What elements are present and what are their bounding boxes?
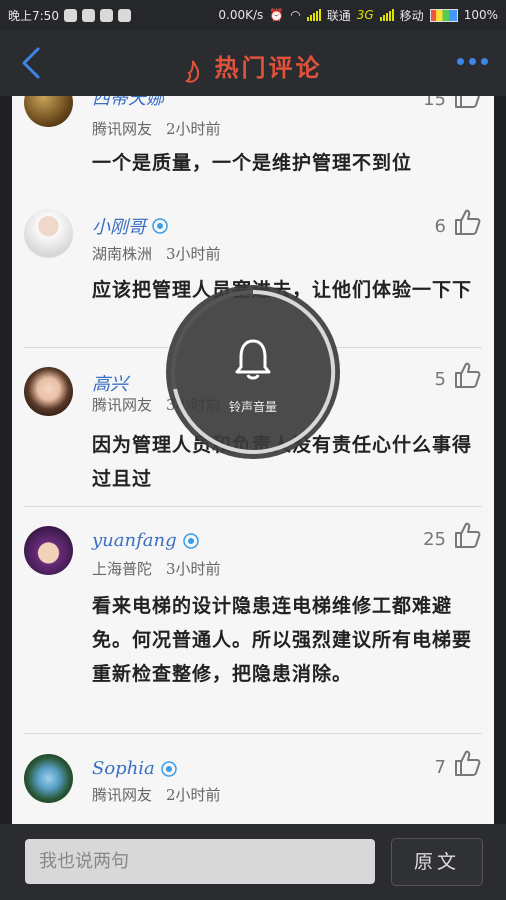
carrier-1: 联通 bbox=[326, 8, 351, 23]
location-icon bbox=[117, 8, 131, 22]
app-notification-icon bbox=[99, 8, 113, 22]
app-notification-icon bbox=[81, 8, 95, 22]
thumbs-up-icon bbox=[455, 96, 481, 108]
wifi-icon: ◠ bbox=[290, 8, 301, 22]
like-button[interactable]: 6 bbox=[435, 207, 482, 237]
like-count: 25 bbox=[423, 529, 446, 550]
like-count: 6 bbox=[434, 216, 446, 237]
avatar[interactable] bbox=[24, 96, 73, 127]
original-article-button[interactable]: 原文 bbox=[391, 838, 483, 886]
battery-icon bbox=[429, 8, 458, 22]
bottom-comment-bar: 我也说两句 原文 bbox=[0, 824, 506, 900]
divider bbox=[24, 506, 482, 507]
verified-badge-icon bbox=[152, 218, 168, 234]
comment-item: Sophia 腾讯网友 2小时前 7 bbox=[12, 744, 494, 824]
like-count: 7 bbox=[434, 757, 446, 778]
divider bbox=[24, 733, 482, 734]
flame-icon bbox=[185, 60, 200, 83]
avatar[interactable] bbox=[24, 526, 73, 575]
battery-level: 100% bbox=[463, 8, 498, 22]
thumbs-up-icon bbox=[455, 209, 481, 235]
like-button[interactable]: 25 bbox=[423, 520, 482, 550]
comment-meta: 湖南株洲 3小时前 bbox=[92, 245, 221, 263]
more-options-icon[interactable] bbox=[457, 58, 488, 65]
comment-text: 看来电梯的设计隐患连电梯维修工都难避免。何况普通人。所以强烈建议所有电梯要重新检… bbox=[92, 595, 473, 685]
comment-username[interactable]: 西蒂天娜 bbox=[92, 96, 164, 110]
status-bar: 晚上7:50 0.00K/s ⏰ ◠ 联通 3G 移动 100% bbox=[0, 0, 506, 30]
avatar[interactable] bbox=[24, 754, 73, 803]
thumbs-up-icon bbox=[455, 750, 481, 776]
comment-username[interactable]: yuanfang bbox=[92, 530, 199, 551]
carrier-2: 移动 bbox=[399, 8, 424, 23]
like-button[interactable]: 7 bbox=[435, 748, 482, 778]
comment-input[interactable]: 我也说两句 bbox=[25, 839, 375, 884]
comment-item: yuanfang 上海普陀 3小时前 25 看来电梯的设计隐患连电梯维修工都难避免… bbox=[12, 516, 494, 736]
signal-icon bbox=[306, 9, 321, 21]
like-count: 15 bbox=[423, 96, 446, 110]
comment-meta: 腾讯网友 2小时前 bbox=[92, 786, 221, 804]
like-button[interactable]: 5 bbox=[435, 360, 482, 390]
thumbs-up-icon bbox=[455, 522, 481, 548]
verified-badge-icon bbox=[182, 532, 199, 549]
comment-item: 西蒂天娜 腾讯网友 2小时前 15 一个是质量，一个是维护管理不到位 bbox=[12, 96, 494, 186]
network-speed: 0.00K/s bbox=[218, 8, 264, 22]
comment-username[interactable]: Sophia bbox=[92, 758, 177, 779]
verified-badge-icon bbox=[161, 760, 177, 777]
comment-text: 一个是质量，一个是维护管理不到位 bbox=[92, 152, 413, 174]
signal-icon bbox=[379, 9, 394, 21]
thumbs-up-icon bbox=[455, 362, 481, 388]
page-title: 热门评论 bbox=[214, 53, 323, 82]
volume-overlay: 铃声音量 bbox=[166, 285, 340, 459]
top-nav-bar: 热门评论 bbox=[0, 30, 506, 96]
bell-icon bbox=[235, 339, 271, 380]
comments-list[interactable]: 西蒂天娜 腾讯网友 2小时前 15 一个是质量，一个是维护管理不到位 小刚哥 湖南… bbox=[12, 96, 494, 824]
status-time: 晚上7:50 bbox=[8, 8, 59, 23]
app-notification-icon bbox=[63, 8, 77, 22]
like-count: 5 bbox=[434, 369, 446, 390]
network-type: 3G bbox=[356, 8, 374, 22]
avatar[interactable] bbox=[24, 367, 73, 416]
volume-label: 铃声音量 bbox=[228, 400, 277, 414]
comment-username[interactable]: 高兴 bbox=[92, 370, 128, 396]
comment-username[interactable]: 小刚哥 bbox=[92, 213, 168, 239]
like-button[interactable]: 15 bbox=[423, 96, 482, 110]
comment-meta: 上海普陀 3小时前 bbox=[92, 560, 221, 578]
avatar[interactable] bbox=[24, 209, 73, 258]
alarm-icon: ⏰ bbox=[269, 8, 285, 22]
comment-meta: 腾讯网友 2小时前 bbox=[92, 120, 221, 138]
